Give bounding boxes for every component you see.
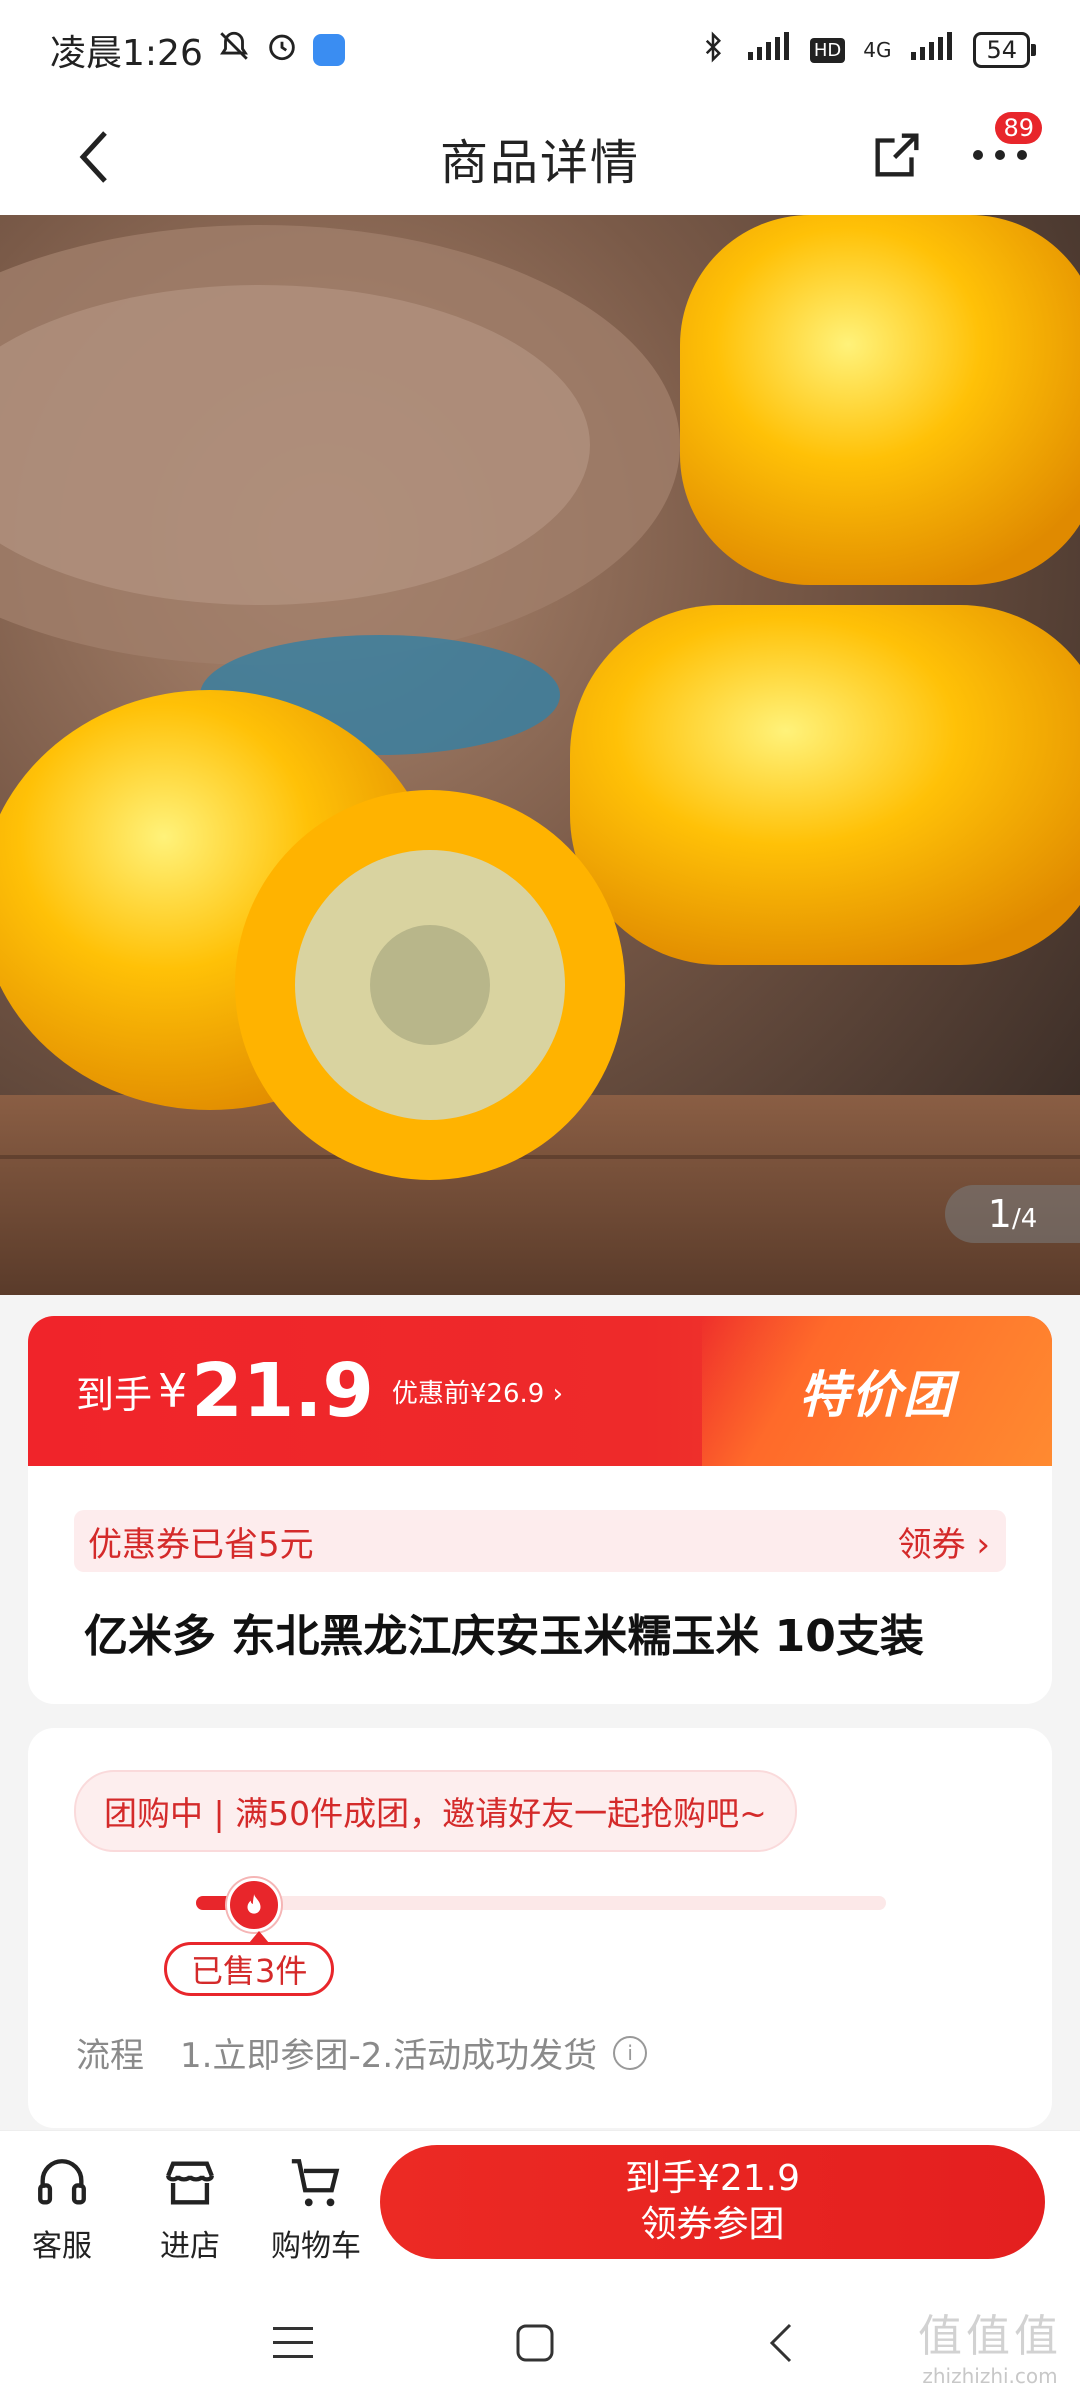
menu-button[interactable] [258,2308,328,2378]
buy-button-price: 到手¥21.9 [624,2158,801,2199]
more-button[interactable]: 89 [960,112,1042,190]
chevron-left-icon [79,131,107,183]
menu-icon [273,2327,313,2358]
status-time: 凌晨1:26 [50,33,203,74]
product-info-card: 到手 ¥ 21.9 优惠前¥26.9 › 特价团 优惠券已省5元 领券 › 亿米… [28,1316,1052,1704]
watermark-logo: 值值值 [918,2311,1062,2362]
campaign-badge: 特价团 [702,1316,1052,1466]
status-right: HD 4G 54 [698,30,1036,71]
bottom-action-bar: 客服 进店 购物车 到手¥21.9 领券参团 [0,2130,1080,2281]
info-icon[interactable]: i [613,2035,648,2070]
price-value: 21.9 [191,1348,374,1434]
watermark-url: zhizhizhi.com [922,2364,1058,2388]
progress-flame-icon [227,1878,282,1932]
flow-label: 流程 [76,2036,144,2076]
original-price-link[interactable]: 优惠前¥26.9 › [392,1373,563,1410]
battery-indicator: 54 [973,32,1036,68]
group-buy-flow: 流程 1.立即参团-2.活动成功发货 i [76,2028,648,2077]
product-image-carousel[interactable]: 1 /4 [0,215,1080,1295]
page-title: 商品详情 [439,134,640,191]
store-icon [130,2151,250,2215]
signal-icon-2 [909,31,955,69]
status-left: 凌晨1:26 [50,24,345,76]
mute-bell-icon [217,29,251,72]
group-buy-card: 团购中 | 满50件成团，邀请好友一起抢购吧~ 已售3件 流程 1.立即参团-2… [28,1728,1052,2128]
hd-icon: HD [809,37,846,63]
claim-coupon-button[interactable]: 领券 › [898,1517,990,1566]
coupon-bar[interactable]: 优惠券已省5元 领券 › [74,1510,1006,1572]
group-buy-status: 团购中 | 满50件成团，邀请好友一起抢购吧~ [74,1770,797,1852]
coupon-text: 优惠券已省5元 [88,1524,314,1565]
store-button[interactable]: 进店 [130,2151,250,2265]
bluetooth-icon [698,30,728,71]
image-page-indicator: 1 /4 [945,1185,1080,1243]
back-button[interactable] [60,122,130,192]
corn-product-image [0,215,1080,1295]
group-progress-track [196,1878,886,1932]
sold-count-badge: 已售3件 [164,1931,335,1996]
price-banner: 到手 ¥ 21.9 优惠前¥26.9 › 特价团 [28,1316,1052,1466]
cart-label: 购物车 [271,2229,361,2264]
chevron-left-icon [769,2323,792,2363]
page-header: 商品详情 89 [0,100,1080,215]
cart-icon [256,2151,376,2215]
watermark: 值值值 zhizhizhi.com [918,2300,1062,2388]
network-type: 4G [863,38,892,62]
share-button[interactable] [862,120,932,190]
status-bar: 凌晨1:26 HD 4G 54 [0,0,1080,100]
image-current-index: 1 [987,1192,1012,1236]
customer-service-label: 客服 [32,2229,92,2264]
price-label: 到手 [76,1372,153,1417]
image-total-count: /4 [1011,1204,1038,1234]
alarm-icon [265,29,299,72]
nav-back-button[interactable] [746,2308,816,2378]
flow-steps: 1.立即参团-2.活动成功发货 [180,2036,598,2076]
headset-icon [2,2151,122,2215]
notification-badge: 89 [995,112,1042,144]
store-label: 进店 [160,2229,220,2264]
campaign-label: 特价团 [799,1366,955,1424]
more-dots-icon [973,150,1027,160]
signal-icon [746,31,792,69]
product-title: 亿米多 东北黑龙江庆安玉米糯玉米 10支装 [84,1611,924,1662]
customer-service-button[interactable]: 客服 [2,2151,122,2265]
currency-symbol: ¥ [158,1364,188,1418]
join-group-buy-button[interactable]: 到手¥21.9 领券参团 [380,2145,1045,2259]
buy-button-action: 领券参团 [640,2204,785,2245]
share-icon [875,133,919,177]
system-nav-bar: 值值值 zhizhizhi.com [0,2280,1080,2400]
app-notification-icon [312,34,345,66]
cart-button[interactable]: 购物车 [256,2151,376,2265]
home-square-icon [516,2324,554,2362]
home-button[interactable] [500,2308,570,2378]
